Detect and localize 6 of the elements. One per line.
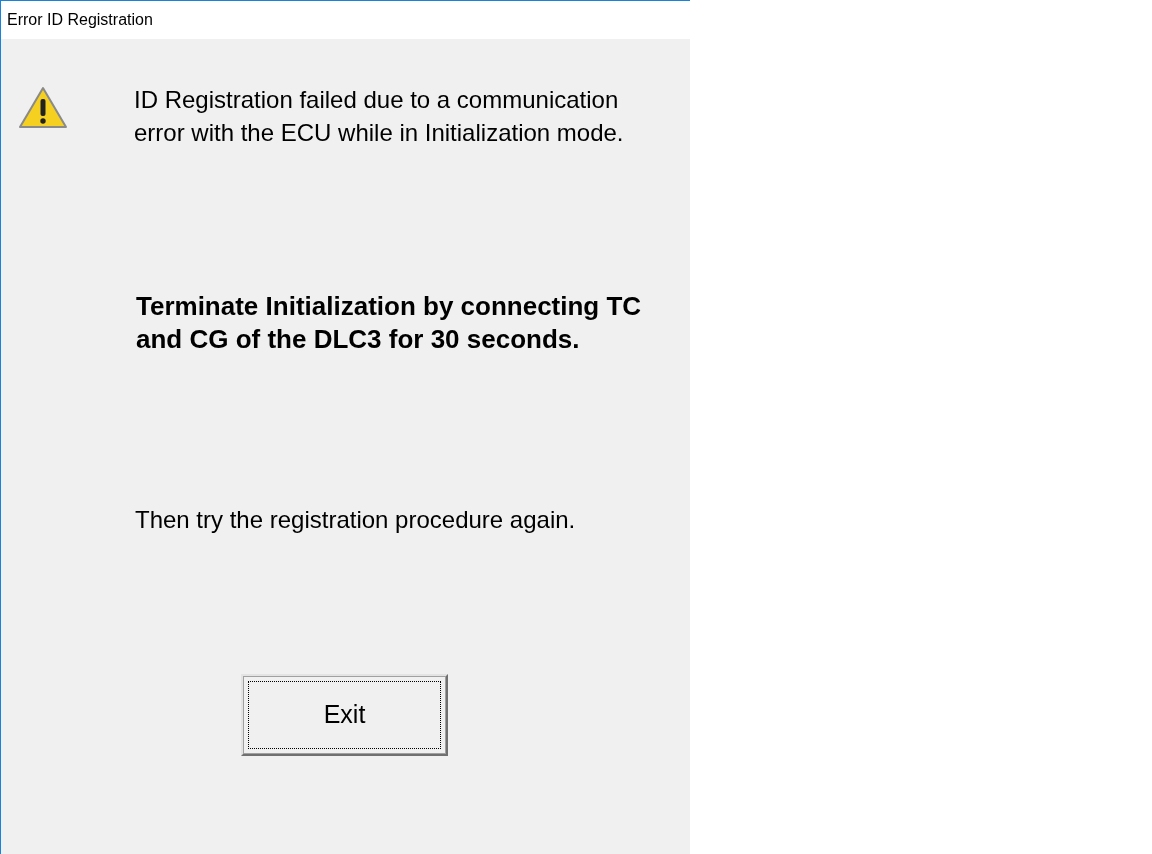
window-title: Error ID Registration bbox=[7, 10, 153, 30]
followup-text: Then try the registration procedure again. bbox=[135, 505, 577, 535]
instruction-text: Terminate Initialization by connecting TC and CG of the DLC3 for 30 seconds. bbox=[136, 290, 643, 356]
error-message: ID Registration failed due to a communication error with the ECU while in Initialization mode. bbox=[134, 85, 625, 148]
exit-button[interactable]: Exit bbox=[241, 674, 448, 756]
warning-icon bbox=[18, 86, 68, 130]
